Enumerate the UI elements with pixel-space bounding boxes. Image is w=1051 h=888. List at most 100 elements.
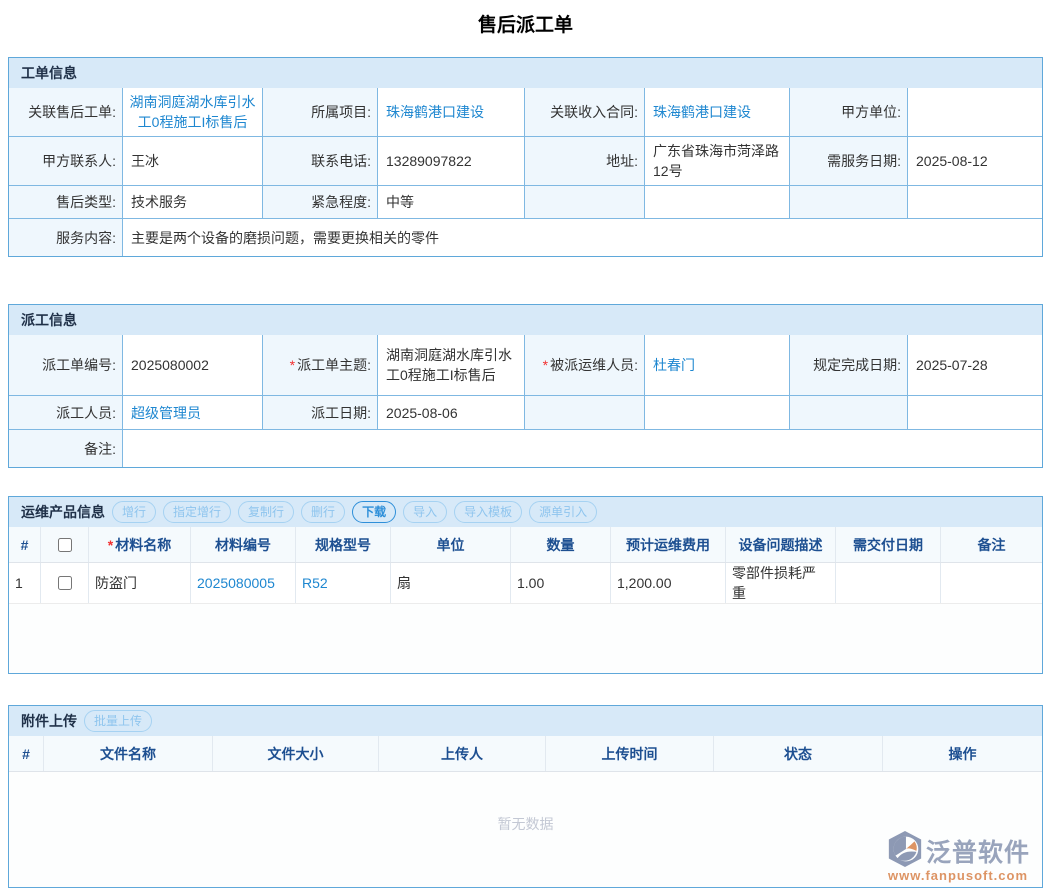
attachment-section-title: 附件上传: [21, 711, 77, 731]
dispatch-info-row-3: 备注:: [9, 430, 1042, 467]
dispatch-no-label: 派工单编号:: [9, 335, 123, 395]
address-label: 地址:: [525, 137, 645, 185]
col-uploader: 上传人: [379, 736, 546, 771]
address-value: 广东省珠海市菏泽路12号: [645, 137, 790, 185]
col-index: #: [9, 527, 41, 562]
col-index: #: [9, 736, 44, 771]
phone-label: 联系电话:: [263, 137, 378, 185]
phone-value: 13289097822: [378, 137, 525, 185]
col-problem-desc: 设备问题描述: [726, 527, 836, 562]
product-table-row: 1 防盗门 2025080005 R52 扇 1.00 1,200.00 零部件…: [9, 563, 1042, 604]
contact-value: 王冰: [123, 137, 263, 185]
dispatcher-link[interactable]: 超级管理员: [131, 403, 201, 423]
col-material-name: *材料名称: [89, 527, 191, 562]
dispatch-date-value: 2025-08-06: [378, 396, 525, 429]
empty-value-cell: [908, 186, 1042, 218]
subject-label-text: 派工单主题:: [297, 355, 371, 375]
income-contract-link[interactable]: 珠海鹤港口建设: [653, 102, 751, 122]
product-section-header: 运维产品信息 增行 指定增行 复制行 删行 下载 导入 导入模板 源单引入: [9, 497, 1042, 527]
import-button[interactable]: 导入: [403, 501, 447, 523]
page-title: 售后派工单: [8, 0, 1043, 57]
copy-row-button[interactable]: 复制行: [238, 501, 294, 523]
dispatcher-value: 超级管理员: [123, 396, 263, 429]
required-mark: *: [290, 357, 295, 373]
deadline-label: 规定完成日期:: [790, 335, 908, 395]
row-delivery-date: [836, 563, 941, 603]
dispatch-date-label: 派工日期:: [263, 396, 378, 429]
party-a-value: [908, 88, 1042, 136]
related-order-label: 关联售后工单:: [9, 88, 123, 136]
related-order-value: 湖南洞庭湖水库引水工0程施工I标售后: [123, 88, 263, 136]
income-contract-value: 珠海鹤港口建设: [645, 88, 790, 136]
service-date-label: 需服务日期:: [790, 137, 908, 185]
add-row-button[interactable]: 增行: [112, 501, 156, 523]
attachment-table-header: # 文件名称 文件大小 上传人 上传时间 状态 操作: [9, 736, 1042, 772]
vendor-logo-icon: [886, 830, 924, 871]
required-mark: *: [543, 357, 548, 373]
project-link[interactable]: 珠海鹤港口建设: [386, 102, 484, 122]
row-estimated-fee: 1,200.00: [611, 563, 726, 603]
product-section-title: 运维产品信息: [21, 502, 105, 522]
insert-row-button[interactable]: 指定增行: [163, 501, 231, 523]
order-info-row-4: 服务内容: 主要是两个设备的磨损问题，需要更换相关的零件: [9, 219, 1042, 256]
contact-label: 甲方联系人:: [9, 137, 123, 185]
col-select-all: [41, 527, 89, 562]
dispatch-info-header: 派工信息: [9, 305, 1042, 335]
related-order-link[interactable]: 湖南洞庭湖水库引水工0程施工I标售后: [125, 92, 260, 132]
col-spec: 规格型号: [296, 527, 391, 562]
income-contract-label: 关联收入合同:: [525, 88, 645, 136]
required-mark: *: [108, 537, 113, 553]
dispatch-no-value: 2025080002: [123, 335, 263, 395]
remark-label: 备注:: [9, 430, 123, 467]
order-info-row-3: 售后类型: 技术服务 紧急程度: 中等: [9, 186, 1042, 219]
spec-link[interactable]: R52: [302, 575, 328, 591]
urgency-label: 紧急程度:: [263, 186, 378, 218]
content-value: 主要是两个设备的磨损问题，需要更换相关的零件: [123, 219, 1042, 256]
source-ref-button[interactable]: 源单引入: [529, 501, 597, 523]
attachment-section: 附件上传 批量上传 # 文件名称 文件大小 上传人 上传时间 状态 操作 暂无数…: [8, 705, 1043, 888]
empty-value-cell: [908, 396, 1042, 429]
row-checkbox[interactable]: [58, 576, 72, 590]
col-file-name: 文件名称: [44, 736, 213, 771]
assignee-value: 杜春门: [645, 335, 790, 395]
empty-label-cell: [525, 186, 645, 218]
row-select: [41, 563, 89, 603]
col-remark: 备注: [941, 527, 1042, 562]
col-material-name-text: 材料名称: [115, 535, 171, 555]
material-code-link[interactable]: 2025080005: [197, 575, 275, 591]
attachment-section-header: 附件上传 批量上传: [9, 706, 1042, 736]
select-all-checkbox[interactable]: [58, 538, 72, 552]
product-table-empty-area: [9, 604, 1042, 673]
remark-value: [123, 430, 1042, 467]
col-file-size: 文件大小: [213, 736, 379, 771]
empty-value-cell: [645, 396, 790, 429]
type-value: 技术服务: [123, 186, 263, 218]
dispatch-info-row-1: 派工单编号: 2025080002 *派工单主题: 湖南洞庭湖水库引水工0程施工…: [9, 335, 1042, 396]
dispatcher-label: 派工人员:: [9, 396, 123, 429]
delete-row-button[interactable]: 删行: [301, 501, 345, 523]
download-button[interactable]: 下载: [352, 501, 396, 523]
dispatch-info-section: 派工信息 派工单编号: 2025080002 *派工单主题: 湖南洞庭湖水库引水…: [8, 304, 1043, 468]
col-quantity: 数量: [511, 527, 611, 562]
urgency-value: 中等: [378, 186, 525, 218]
vendor-logo: 泛普软件 www.fanpusoft.com: [886, 830, 1036, 883]
col-upload-time: 上传时间: [546, 736, 714, 771]
row-index: 1: [9, 563, 41, 603]
dispatch-info-title: 派工信息: [21, 310, 77, 330]
attachment-empty-area: 暂无数据 泛普软件 www.fanpusoft.com: [9, 772, 1042, 887]
batch-upload-button[interactable]: 批量上传: [84, 710, 152, 732]
row-quantity: 1.00: [511, 563, 611, 603]
col-actions: 操作: [883, 736, 1042, 771]
empty-label-cell: [525, 396, 645, 429]
assignee-link[interactable]: 杜春门: [653, 355, 695, 375]
assignee-label: *被派运维人员:: [525, 335, 645, 395]
order-info-header: 工单信息: [9, 58, 1042, 88]
row-material-code: 2025080005: [191, 563, 296, 603]
assignee-label-text: 被派运维人员:: [550, 355, 638, 375]
col-estimated-fee: 预计运维费用: [611, 527, 726, 562]
row-spec: R52: [296, 563, 391, 603]
deadline-value: 2025-07-28: [908, 335, 1042, 395]
import-template-button[interactable]: 导入模板: [454, 501, 522, 523]
row-problem-desc: 零部件损耗严重: [726, 563, 836, 603]
service-date-value: 2025-08-12: [908, 137, 1042, 185]
